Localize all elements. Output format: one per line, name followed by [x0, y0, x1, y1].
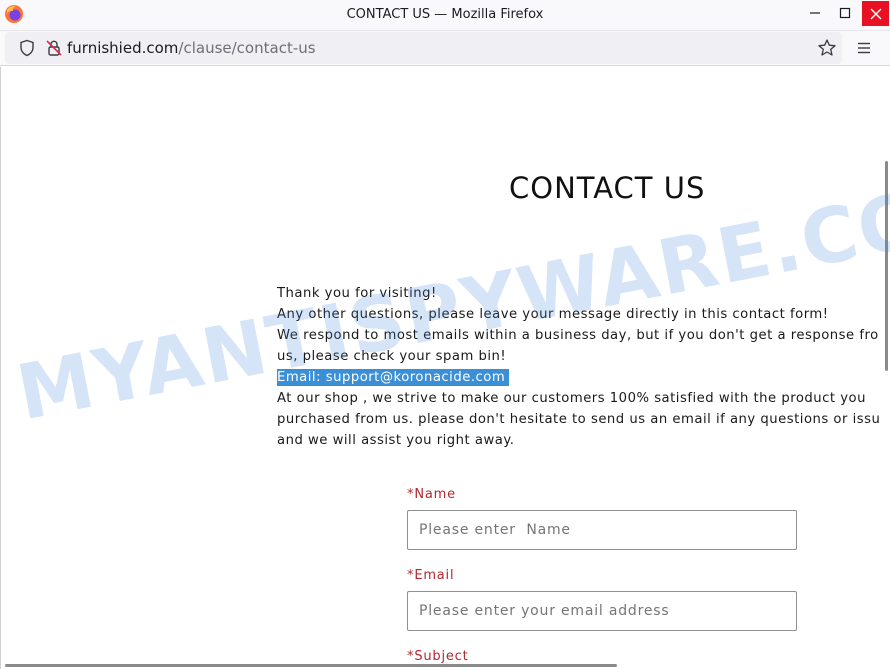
horizontal-scrollbar[interactable]: [5, 664, 617, 667]
close-icon: [870, 8, 881, 19]
page-title: CONTACT US: [509, 171, 706, 205]
maximize-button[interactable]: [832, 0, 858, 26]
name-label-text: Name: [414, 487, 456, 502]
insecure-lock-icon[interactable]: [45, 39, 63, 57]
email-label: *Email: [407, 568, 807, 588]
name-input[interactable]: [407, 510, 797, 550]
minimize-icon: [810, 12, 820, 14]
maximize-icon: [839, 7, 851, 19]
url-path: /clause/contact-us: [178, 39, 316, 57]
email-input[interactable]: [407, 591, 797, 631]
intro-line: us, please check your spam bin!: [277, 349, 507, 364]
url-text[interactable]: furnishied.com/clause/contact-us: [67, 39, 316, 57]
minimize-button[interactable]: [802, 0, 828, 26]
intro-line: We respond to most emails within a busin…: [277, 328, 879, 343]
vertical-scrollbar[interactable]: [885, 161, 888, 371]
intro-line: Thank you for visiting!: [277, 286, 437, 301]
intro-line: purchased from us. please don't hesitate…: [277, 412, 881, 427]
selected-email-text[interactable]: Email: support@koronacide.com: [277, 369, 510, 386]
email-line: Email: support@koronacide.com: [277, 367, 890, 388]
contact-intro-text: Thank you for visiting! Any other questi…: [277, 283, 890, 451]
tracking-protection-shield-icon[interactable]: [18, 39, 36, 57]
intro-line: Any other questions, please leave your m…: [277, 307, 829, 322]
window-title: CONTACT US — Mozilla Firefox: [346, 7, 544, 22]
name-label: *Name: [407, 487, 807, 507]
email-label-text: Email: [414, 568, 455, 583]
window-titlebar: CONTACT US — Mozilla Firefox: [0, 0, 890, 31]
page-viewport: CONTACT US Thank you for visiting! Any o…: [0, 67, 890, 669]
intro-line: and we will assist you right away.: [277, 433, 515, 448]
url-domain: furnishied.com: [67, 39, 179, 57]
navigation-toolbar: furnishied.com/clause/contact-us: [0, 31, 890, 66]
contact-form: *Name *Email *Subject: [407, 487, 807, 669]
hamburger-menu-icon[interactable]: [855, 39, 873, 57]
close-button[interactable]: [862, 1, 889, 26]
subject-label-text: Subject: [414, 649, 469, 664]
address-bar[interactable]: furnishied.com/clause/contact-us: [5, 32, 842, 64]
intro-line: At our shop , we strive to make our cust…: [277, 391, 866, 406]
bookmark-star-icon[interactable]: [817, 38, 837, 58]
